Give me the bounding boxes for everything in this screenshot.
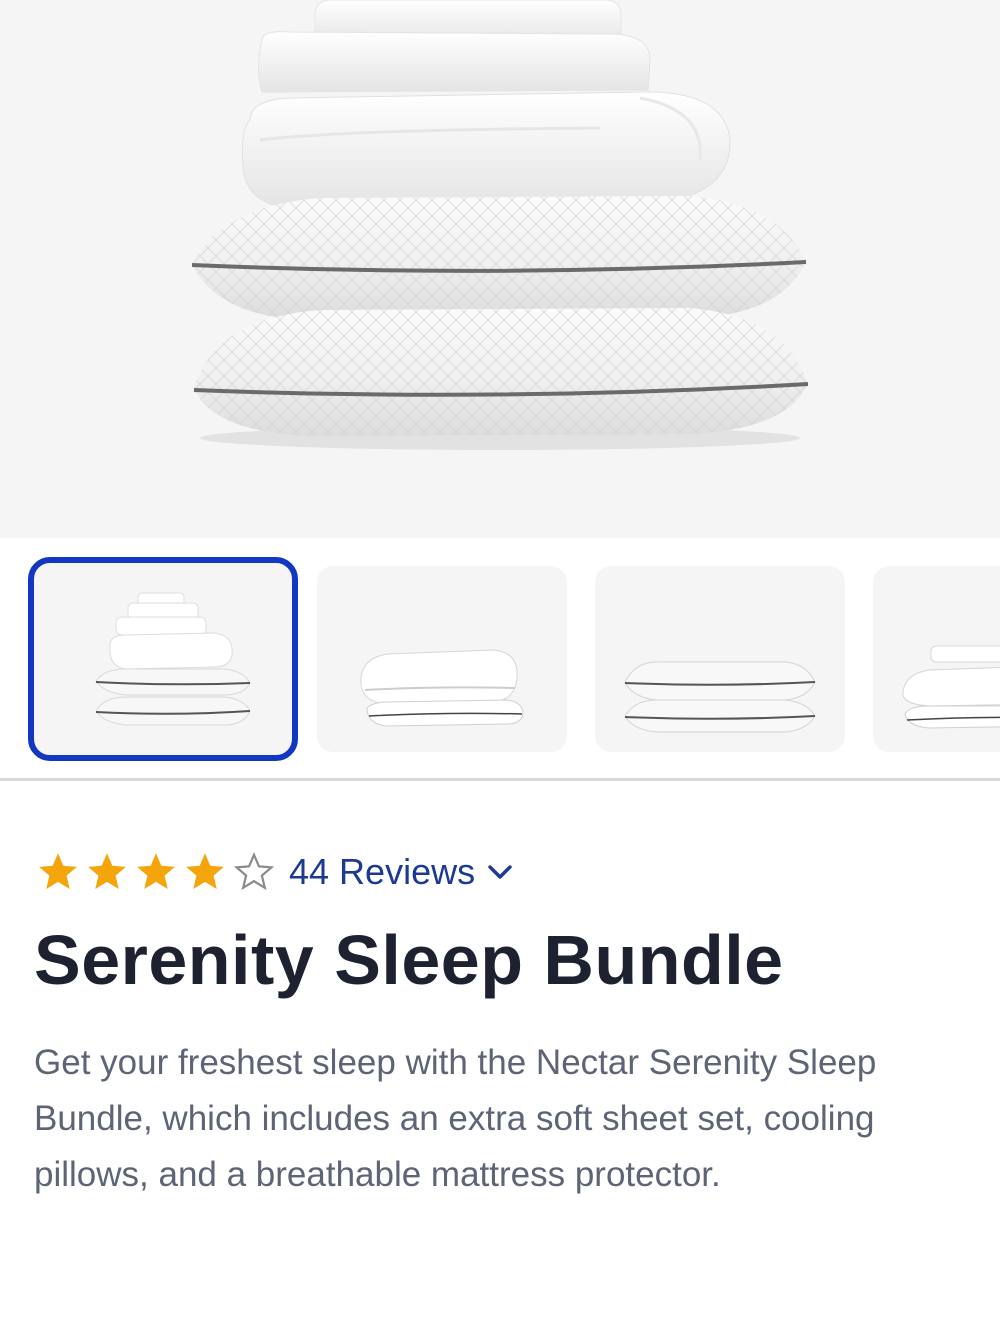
star-filled-icon bbox=[137, 853, 175, 890]
full-bundle-thumbnail-image bbox=[95, 592, 251, 726]
thumbnail-full-bundle[interactable] bbox=[28, 557, 298, 761]
thumbnail-cooling-pillows[interactable] bbox=[595, 566, 845, 752]
sheet-set-thumbnail-image bbox=[902, 645, 1000, 729]
star-filled-icon bbox=[88, 853, 126, 890]
mattress-protector-thumbnail-image bbox=[360, 649, 524, 727]
section-divider bbox=[0, 778, 1000, 781]
star-filled-icon bbox=[186, 853, 224, 890]
thumbnail-mattress-protector[interactable] bbox=[317, 566, 567, 752]
reviews-count-label[interactable]: 44 Reviews bbox=[289, 851, 475, 893]
star-filled-icon bbox=[39, 853, 77, 890]
thumbnail-carousel[interactable] bbox=[0, 538, 1000, 780]
star-outline-icon bbox=[233, 851, 275, 891]
product-description: Get your freshest sleep with the Nectar … bbox=[34, 1043, 877, 1194]
reviews-toggle[interactable]: 44 Reviews bbox=[289, 851, 513, 893]
cooling-pillows-thumbnail-image bbox=[624, 661, 816, 733]
product-title: Serenity Sleep Bundle bbox=[34, 921, 784, 999]
rating-summary: 44 Reviews bbox=[36, 845, 513, 899]
star-rating bbox=[36, 850, 281, 894]
bedding-stack-illustration bbox=[191, 0, 809, 450]
product-hero-image[interactable] bbox=[0, 0, 1000, 538]
chevron-down-icon[interactable] bbox=[487, 863, 513, 881]
thumbnail-sheet-set[interactable] bbox=[873, 566, 1000, 752]
